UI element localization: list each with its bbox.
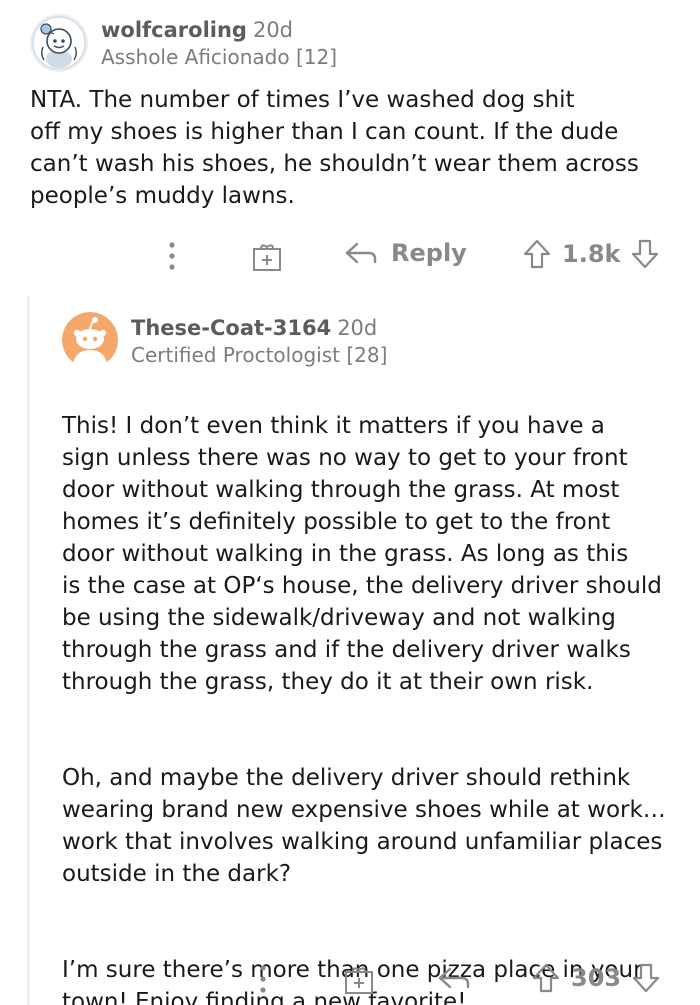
comment-age: 20d bbox=[337, 316, 378, 340]
comment-reply: These-Coat-3164 20d Certified Proctologis… bbox=[62, 312, 692, 1005]
vote-controls: 303 bbox=[531, 962, 661, 994]
upvote-arrow-icon[interactable] bbox=[522, 238, 552, 270]
comment-body: NTA. The number of times I’ve washed dog… bbox=[30, 87, 639, 209]
user-avatar[interactable] bbox=[30, 14, 88, 72]
thread-line[interactable] bbox=[27, 296, 30, 1005]
reply-arrow-icon bbox=[438, 967, 470, 989]
comment-paragraph: This! I don’t even think it matters if y… bbox=[62, 413, 662, 695]
comment-age: 20d bbox=[252, 18, 294, 42]
comment-thread: wolfcaroling 20d Asshole Aficionado [12] … bbox=[0, 0, 700, 1005]
comment-meta: wolfcaroling 20d Asshole Aficionado [12] bbox=[101, 18, 337, 69]
gift-icon bbox=[345, 967, 373, 994]
comment-meta: These-Coat-3164 20d Certified Proctologis… bbox=[131, 316, 387, 367]
more-vertical-icon bbox=[260, 965, 266, 993]
gift-icon bbox=[253, 244, 281, 271]
comment-body: This! I don’t even think it matters if y… bbox=[62, 378, 688, 1005]
user-flair: Certified Proctologist [28] bbox=[131, 343, 388, 368]
more-vertical-icon bbox=[169, 242, 175, 270]
comment-paragraph: Oh, and maybe the delivery driver should… bbox=[62, 765, 666, 887]
upvote-arrow-icon[interactable] bbox=[531, 962, 561, 994]
reply-button[interactable]: Reply bbox=[343, 238, 467, 268]
comment-header: wolfcaroling 20d Asshole Aficionado [12] bbox=[30, 14, 690, 72]
user-flair: Asshole Aficionado [12] bbox=[101, 45, 337, 70]
user-avatar[interactable] bbox=[62, 312, 118, 368]
reply-button[interactable] bbox=[436, 963, 472, 993]
username[interactable]: These-Coat-3164 bbox=[131, 316, 331, 340]
comment-top: wolfcaroling 20d Asshole Aficionado [12] … bbox=[30, 14, 690, 212]
downvote-arrow-icon[interactable] bbox=[631, 962, 661, 994]
username[interactable]: wolfcaroling bbox=[101, 18, 247, 42]
more-options-button[interactable] bbox=[165, 240, 179, 272]
reply-label: Reply bbox=[391, 239, 467, 267]
vote-controls: 1.8k bbox=[522, 238, 660, 270]
more-options-button[interactable] bbox=[256, 963, 270, 995]
comment-header: These-Coat-3164 20d Certified Proctologis… bbox=[62, 312, 692, 368]
downvote-arrow-icon[interactable] bbox=[630, 238, 660, 270]
reply-arrow-icon bbox=[345, 242, 377, 264]
vote-score: 1.8k bbox=[562, 240, 621, 268]
award-button[interactable] bbox=[343, 963, 375, 995]
vote-score: 303 bbox=[571, 964, 622, 992]
award-button[interactable] bbox=[251, 240, 283, 272]
